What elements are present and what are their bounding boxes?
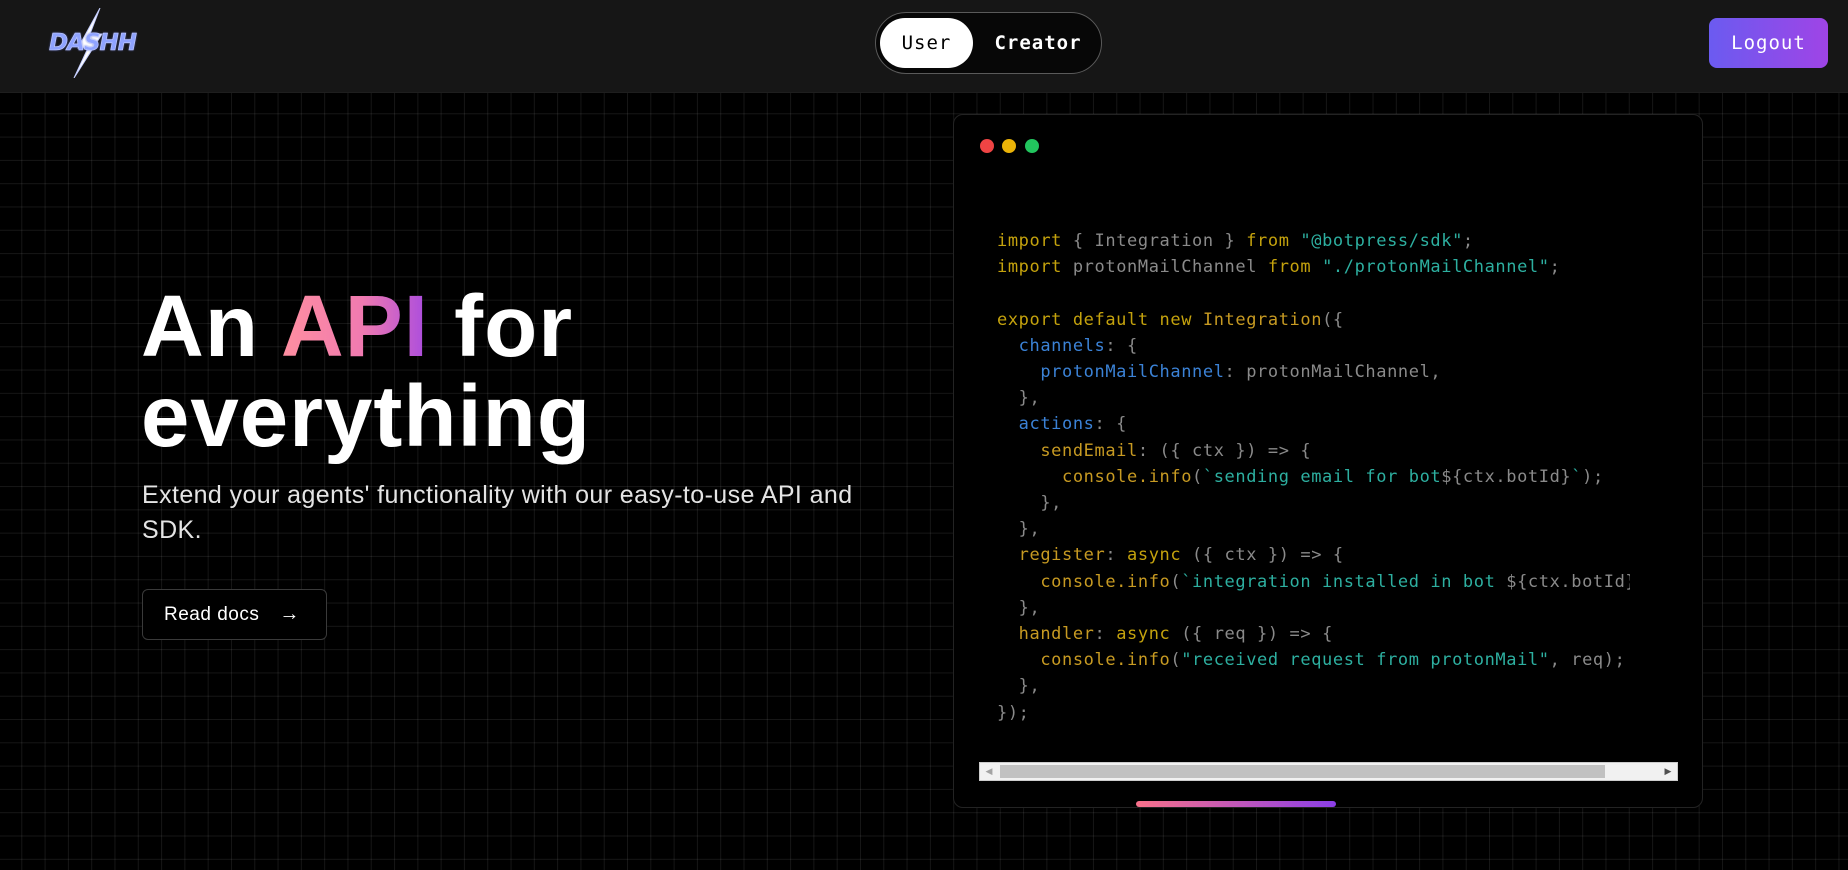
- code-token: "@botpress/sdk": [1289, 231, 1463, 251]
- card-accent-bar: [1136, 801, 1336, 807]
- read-docs-label: Read docs: [164, 603, 260, 625]
- code-line: },: [997, 490, 1630, 516]
- code-token: handler: [997, 624, 1095, 645]
- code-token: );: [1582, 466, 1604, 487]
- code-line: channels: {: [997, 333, 1630, 359]
- code-token: ;: [1549, 257, 1561, 278]
- logo-text: DASHH: [49, 30, 138, 57]
- code-token: async: [1127, 545, 1182, 566]
- scroll-left-arrow-icon[interactable]: ◀: [980, 763, 998, 780]
- code-token: async: [1116, 624, 1171, 645]
- code-token: protonMailChannel: [997, 362, 1225, 383]
- code-line: },: [997, 385, 1630, 411]
- horizontal-scrollbar[interactable]: ◀ ▶: [979, 762, 1678, 781]
- code-line: sendEmail: ({ ctx }) => {: [997, 438, 1630, 464]
- code-token: import: [997, 257, 1063, 278]
- code-token: (: [1192, 466, 1203, 487]
- code-line: },: [997, 516, 1630, 542]
- scrollbar-thumb[interactable]: [1000, 765, 1605, 778]
- code-token: (: [1170, 571, 1182, 592]
- hero-title: An API for everything: [141, 282, 591, 462]
- code-token: : protonMailChannel,: [1224, 362, 1442, 383]
- maximize-dot-icon: [1025, 139, 1039, 153]
- hero-subtitle: Extend your agents' functionality with o…: [142, 481, 853, 544]
- code-token: },: [997, 388, 1041, 409]
- code-token: `sending email for bot: [1202, 466, 1442, 487]
- toggle-user-button[interactable]: User: [880, 18, 973, 68]
- code-token: ${ctx.botId}: [1506, 571, 1630, 592]
- logout-button[interactable]: Logout: [1709, 18, 1828, 68]
- code-token: protonMailChannel: [1062, 257, 1268, 278]
- code-token: ({ ctx }) => {: [1181, 545, 1344, 566]
- code-token: channels: [997, 335, 1106, 356]
- code-token: "./protonMailChannel": [1311, 257, 1550, 278]
- code-token: : {: [1105, 335, 1138, 356]
- code-token: ;: [1462, 231, 1474, 251]
- code-token: ({: [1322, 309, 1344, 330]
- code-window: import { Integration } from "@botpress/s…: [953, 114, 1703, 808]
- code-token: },: [997, 676, 1041, 697]
- arrow-right-icon: →: [279, 603, 300, 625]
- hero-title-prefix: An: [141, 278, 281, 375]
- code-line: actions: {: [997, 411, 1630, 437]
- code-line: console.info(`integration installed in b…: [997, 569, 1630, 595]
- code-token: console.info: [997, 466, 1193, 487]
- code-token: },: [997, 519, 1041, 540]
- code-line: handler: async ({ req }) => {: [997, 621, 1630, 647]
- hero-title-highlight: API: [280, 278, 429, 375]
- code-line: },: [997, 595, 1630, 621]
- code-line: import protonMailChannel from "./protonM…: [997, 254, 1630, 280]
- role-toggle[interactable]: User Creator: [875, 12, 1102, 74]
- code-token: :: [1105, 545, 1128, 566]
- code-token: },: [997, 493, 1063, 514]
- brand-logo[interactable]: DASHH: [46, 8, 137, 78]
- code-token: Integration: [1202, 309, 1323, 330]
- toggle-creator-button[interactable]: Creator: [984, 18, 1092, 68]
- code-token: "received request from protonMail": [1181, 650, 1550, 671]
- code-token: :: [1094, 624, 1117, 645]
- code-line: register: async ({ ctx }) => {: [997, 542, 1630, 568]
- code-token: export default new: [997, 309, 1203, 330]
- code-token: `: [1571, 466, 1583, 487]
- code-token: : ({ ctx }) => {: [1137, 440, 1312, 461]
- code-token: });: [997, 702, 1030, 723]
- code-line: import { Integration } from "@botpress/s…: [997, 228, 1630, 254]
- code-token: },: [997, 597, 1041, 618]
- code-token: from: [1246, 231, 1290, 251]
- code-token: : {: [1094, 414, 1128, 435]
- code-line: });: [997, 700, 1630, 726]
- code-token: console.info: [997, 571, 1171, 592]
- code-token: console.info: [997, 650, 1171, 671]
- code-token: , req);: [1549, 650, 1626, 671]
- code-line: },: [997, 673, 1630, 699]
- code-line: export default new Integration({: [997, 307, 1630, 333]
- code-token: (: [1170, 650, 1182, 671]
- code-token: import: [997, 231, 1063, 251]
- code-token: `integration installed in bot: [1181, 571, 1507, 592]
- code-token: actions: [997, 414, 1095, 435]
- read-docs-button[interactable]: Read docs →: [142, 589, 327, 640]
- code-token: from: [1267, 257, 1312, 278]
- code-line: console.info("received request from prot…: [997, 647, 1630, 673]
- code-token: ${ctx.botId}: [1441, 466, 1572, 487]
- minimize-dot-icon: [1002, 139, 1016, 153]
- code-token: register: [997, 545, 1106, 566]
- code-block: import { Integration } from "@botpress/s…: [997, 228, 1630, 728]
- code-line: console.info(`sending email for bot${ctx…: [997, 464, 1630, 490]
- close-dot-icon: [980, 139, 994, 153]
- code-token: sendEmail: [997, 440, 1138, 461]
- hero-title-line2: everything: [141, 368, 591, 465]
- code-token: { Integration }: [1062, 231, 1247, 251]
- top-nav: DASHH User Creator Logout: [0, 0, 1848, 93]
- code-token: ({ req }) => {: [1170, 624, 1333, 645]
- hero-title-mid: for: [428, 278, 574, 375]
- code-line: protonMailChannel: protonMailChannel,: [997, 359, 1630, 385]
- scroll-right-arrow-icon[interactable]: ▶: [1659, 763, 1677, 780]
